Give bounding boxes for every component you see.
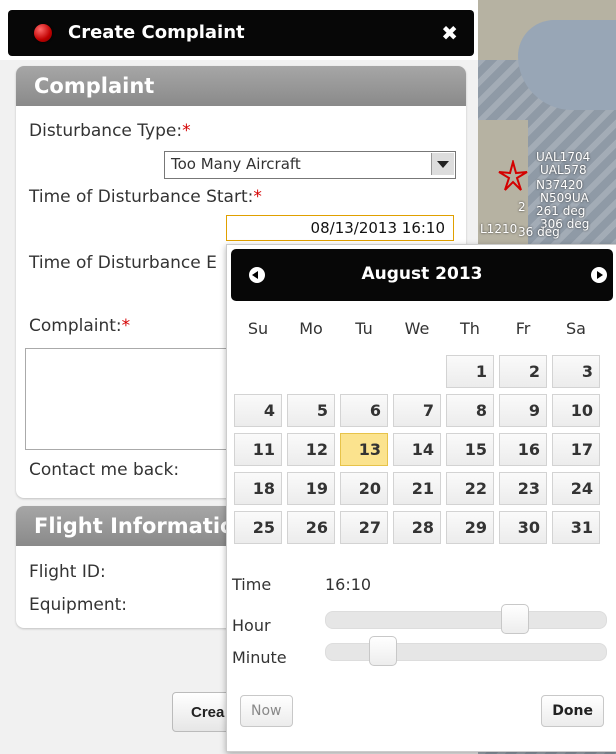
- calendar-day[interactable]: 31: [552, 511, 600, 544]
- calendar-day[interactable]: 11: [234, 433, 282, 466]
- calendar-day[interactable]: 22: [446, 472, 494, 505]
- calendar-day[interactable]: 2: [499, 355, 547, 388]
- calendar-day[interactable]: 17: [552, 433, 600, 466]
- aircraft-icon[interactable]: [497, 160, 529, 192]
- map-label: N37420: [536, 178, 584, 192]
- calendar-day[interactable]: 8: [446, 394, 494, 427]
- map-label: 261 deg: [536, 204, 586, 218]
- calendar-day[interactable]: 27: [340, 511, 388, 544]
- map-water: [518, 20, 616, 110]
- flight-id-label: Flight ID:: [29, 562, 106, 582]
- disturbance-type-label: Disturbance Type:*: [29, 121, 191, 141]
- calendar-day[interactable]: 25: [234, 511, 282, 544]
- minute-slider[interactable]: [325, 636, 607, 666]
- datepicker-header: August 2013: [231, 249, 613, 301]
- minute-label: Minute: [232, 648, 287, 667]
- calendar-day[interactable]: 24: [552, 472, 600, 505]
- calendar-day[interactable]: 23: [499, 472, 547, 505]
- done-button[interactable]: Done: [541, 695, 604, 727]
- calendar-day[interactable]: 1: [446, 355, 494, 388]
- now-button[interactable]: Now: [240, 695, 293, 727]
- calendar-day[interactable]: 20: [340, 472, 388, 505]
- hour-slider-handle[interactable]: [501, 604, 530, 634]
- hour-label: Hour: [232, 616, 271, 635]
- calendar-day[interactable]: 16: [499, 433, 547, 466]
- next-month-icon[interactable]: [591, 267, 607, 283]
- alert-icon: [34, 24, 52, 42]
- hour-slider[interactable]: [325, 604, 607, 634]
- calendar-day[interactable]: 7: [393, 394, 441, 427]
- equipment-label: Equipment:: [29, 595, 128, 615]
- calendar-day[interactable]: 4: [234, 394, 282, 427]
- weekday-header: Sa: [566, 319, 586, 338]
- calendar-day[interactable]: 18: [234, 472, 282, 505]
- calendar-day[interactable]: 30: [499, 511, 547, 544]
- calendar-day[interactable]: 28: [393, 511, 441, 544]
- datepicker-month-title: August 2013: [361, 264, 483, 284]
- time-end-label: Time of Disturbance E: [29, 253, 217, 273]
- weekday-header: Su: [247, 319, 269, 338]
- weekday-header: Tu: [355, 319, 373, 338]
- datepicker-popup: August 2013 Su Mo Tu We Th Fr Sa 1 2 3 4 5 6 7 8 9 10 11…: [226, 244, 616, 752]
- calendar-day[interactable]: 14: [393, 433, 441, 466]
- time-start-label: Time of Disturbance Start:*: [29, 187, 262, 207]
- dialog-title: Create Complaint: [68, 22, 245, 43]
- disturbance-type-value: Too Many Aircraft: [171, 155, 301, 173]
- map-label: UAL578: [540, 163, 587, 177]
- map-label: 36 deg: [518, 225, 560, 239]
- time-label: Time: [232, 575, 272, 594]
- time-value: 16:10: [325, 575, 372, 594]
- time-start-field[interactable]: 08/13/2013 16:10: [226, 215, 454, 241]
- weekday-header: Mo: [299, 319, 323, 338]
- weekday-header: Fr: [515, 319, 531, 338]
- calendar-day[interactable]: 5: [287, 394, 335, 427]
- close-icon[interactable]: ✖: [441, 21, 458, 45]
- calendar-day[interactable]: 19: [287, 472, 335, 505]
- weekday-header: We: [404, 319, 430, 338]
- calendar-day[interactable]: 3: [552, 355, 600, 388]
- map-label: 2: [518, 200, 526, 214]
- contact-me-back-label: Contact me back:: [29, 460, 180, 480]
- disturbance-type-select[interactable]: Too Many Aircraft: [164, 151, 456, 179]
- calendar-day[interactable]: 10: [552, 394, 600, 427]
- map-label: N509UA: [540, 191, 589, 205]
- calendar-day[interactable]: 15: [446, 433, 494, 466]
- calendar-day[interactable]: 21: [393, 472, 441, 505]
- calendar-day[interactable]: 6: [340, 394, 388, 427]
- calendar-day[interactable]: 12: [287, 433, 335, 466]
- minute-slider-handle[interactable]: [368, 636, 397, 666]
- calendar-day-selected[interactable]: 13: [340, 433, 388, 466]
- calendar-day[interactable]: 9: [499, 394, 547, 427]
- chevron-down-icon[interactable]: [431, 153, 454, 175]
- map-label: L1210: [480, 222, 518, 236]
- calendar-day[interactable]: 26: [287, 511, 335, 544]
- complaint-label: Complaint:*: [29, 316, 131, 336]
- calendar-day[interactable]: 29: [446, 511, 494, 544]
- weekday-header: Th: [460, 319, 480, 338]
- complaint-textarea[interactable]: [25, 348, 257, 450]
- map-label: UAL1704: [536, 150, 591, 164]
- dialog-header: Create Complaint ✖: [8, 10, 474, 56]
- complaint-section-title: Complaint: [16, 66, 466, 106]
